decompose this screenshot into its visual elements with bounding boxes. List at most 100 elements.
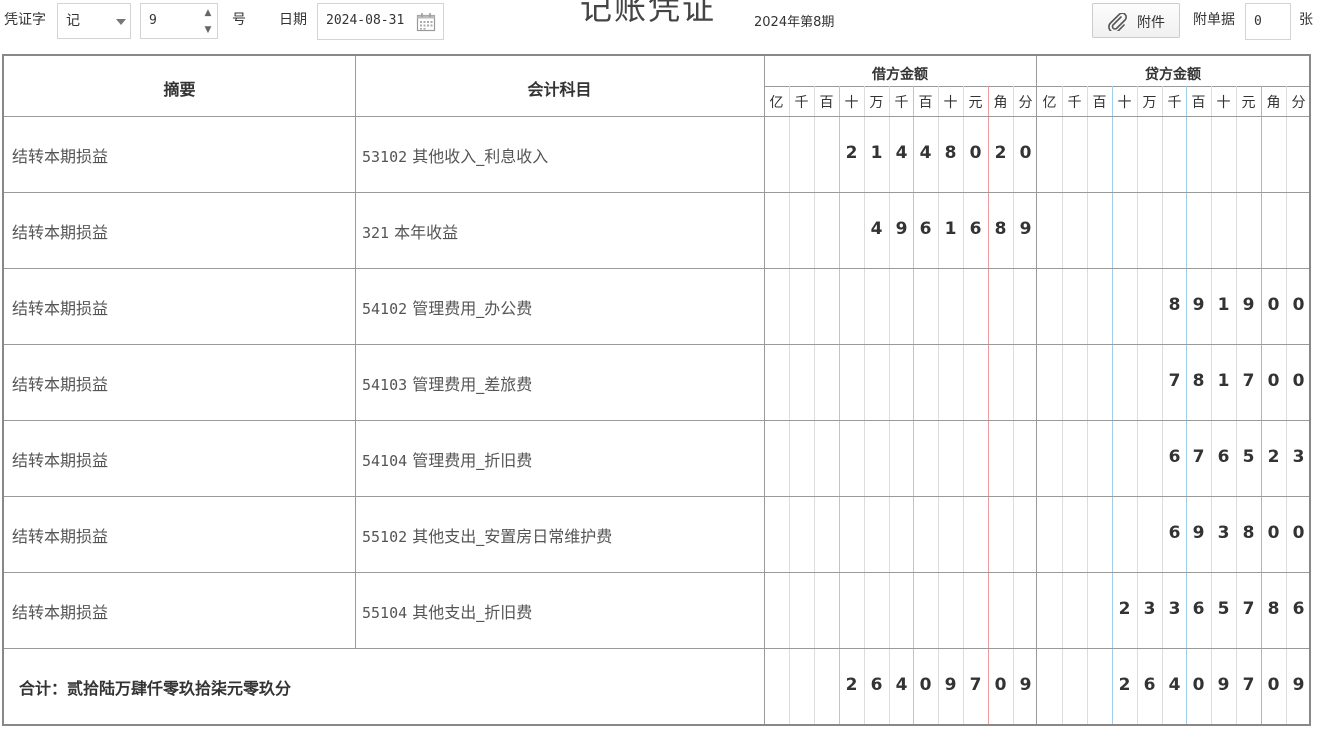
amount-digit: 3 — [1217, 523, 1230, 543]
unit-label: 千 — [894, 95, 909, 111]
attached-docs-label: 附单据 — [1193, 12, 1235, 28]
amount-digit: 3 — [1292, 447, 1305, 467]
entry-summary[interactable]: 结转本期损益 — [12, 371, 108, 395]
unit-label: 千 — [794, 95, 809, 111]
unit-label: 亿 — [769, 95, 784, 111]
amount-digit: 7 — [1192, 447, 1205, 467]
summary-column-header: 摘要 — [163, 80, 196, 99]
amount-digit: 9 — [1192, 523, 1205, 543]
entry-summary[interactable]: 结转本期损益 — [12, 523, 108, 547]
attached-docs-input[interactable]: 0 — [1245, 3, 1291, 40]
unit-label: 百 — [918, 95, 933, 111]
unit-label: 万 — [869, 95, 884, 111]
entry-account[interactable]: 321 本年收益 — [362, 219, 458, 243]
increment-arrow-icon[interactable]: ▲ — [201, 6, 215, 20]
amount-digit: 1 — [1217, 371, 1230, 391]
amount-header-divider — [764, 86, 1309, 87]
digit-divider — [1186, 86, 1187, 724]
digit-divider — [889, 86, 890, 724]
attached-docs-value: 0 — [1254, 14, 1262, 29]
entry-account[interactable]: 54104 管理费用_折旧费 — [362, 447, 532, 471]
amount-digit: 9 — [1217, 675, 1230, 695]
attachment-button[interactable]: 附件 — [1092, 3, 1180, 38]
amount-digit: 8 — [1192, 371, 1205, 391]
unit-label: 元 — [1241, 95, 1256, 111]
entry-account[interactable]: 55102 其他支出_安置房日常维护费 — [362, 523, 612, 547]
column-divider — [764, 56, 765, 724]
amount-digit: 7 — [1242, 675, 1255, 695]
date-value: 2024-08-31 — [326, 13, 405, 28]
entry-summary[interactable]: 结转本期损益 — [12, 447, 108, 471]
unit-label: 角 — [993, 95, 1008, 111]
amount-digit: 6 — [1292, 599, 1305, 619]
page-title: 记账凭证 — [580, 0, 717, 27]
entry-summary[interactable]: 结转本期损益 — [12, 295, 108, 319]
row-divider — [4, 268, 1309, 269]
calendar-icon[interactable] — [416, 12, 436, 32]
voucher-word-value: 记 — [66, 13, 80, 29]
amount-digit: 4 — [895, 675, 908, 695]
entry-account[interactable]: 54102 管理费用_办公费 — [362, 295, 532, 319]
entry-summary[interactable]: 结转本期损益 — [12, 599, 108, 623]
account-code: 54104 — [362, 452, 408, 470]
amount-digit: 2 — [845, 675, 858, 695]
row-divider — [4, 496, 1309, 497]
unit-label: 十 — [943, 95, 958, 111]
amount-digit: 6 — [1192, 599, 1205, 619]
amount-digit: 0 — [1019, 143, 1032, 163]
unit-label: 百 — [1092, 95, 1107, 111]
entry-account[interactable]: 54103 管理费用_差旅费 — [362, 371, 532, 395]
voucher-word-select[interactable]: 记 — [57, 3, 131, 39]
amount-digit: 6 — [919, 219, 932, 239]
account-code: 54103 — [362, 376, 408, 394]
number-suffix: 号 — [232, 12, 246, 28]
digit-divider — [913, 86, 914, 724]
amount-digit: 0 — [1267, 371, 1280, 391]
digit-divider — [1137, 86, 1138, 724]
account-name: 本年收益 — [389, 223, 459, 242]
entry-account[interactable]: 55104 其他支出_折旧费 — [362, 599, 532, 623]
credit-column-header: 贷方金额 — [1145, 67, 1201, 83]
entry-summary[interactable]: 结转本期损益 — [12, 143, 108, 167]
amount-digit: 8 — [1242, 523, 1255, 543]
amount-digit: 1 — [944, 219, 957, 239]
unit-label: 元 — [968, 95, 983, 111]
accounting-period: 2024年第8期 — [754, 15, 835, 30]
account-code: 321 — [362, 224, 390, 242]
unit-label: 十 — [1216, 95, 1231, 111]
amount-digit: 0 — [1267, 675, 1280, 695]
account-name: 其他支出_折旧费 — [407, 603, 533, 622]
unit-label: 百 — [1191, 95, 1206, 111]
amount-digit: 5 — [1217, 599, 1230, 619]
amount-digit: 7 — [1242, 371, 1255, 391]
digit-divider — [839, 86, 840, 724]
digit-divider — [864, 86, 865, 724]
debit-column-header: 借方金额 — [872, 67, 928, 83]
voucher-number-stepper[interactable]: 9 ▲ ▼ — [140, 3, 218, 39]
digit-divider — [1211, 86, 1212, 724]
entry-account[interactable]: 53102 其他收入_利息收入 — [362, 143, 548, 167]
amount-digit: 2 — [1118, 675, 1131, 695]
decrement-arrow-icon[interactable]: ▼ — [201, 23, 215, 37]
entry-summary[interactable]: 结转本期损益 — [12, 219, 108, 243]
amount-digit: 0 — [1292, 295, 1305, 315]
unit-label: 千 — [1167, 95, 1182, 111]
amount-digit: 0 — [969, 143, 982, 163]
unit-label: 万 — [1142, 95, 1157, 111]
digit-divider — [1162, 86, 1163, 724]
amount-digit: 0 — [1292, 523, 1305, 543]
amount-digit: 1 — [870, 143, 883, 163]
unit-label: 百 — [819, 95, 834, 111]
date-input[interactable]: 2024-08-31 — [317, 3, 444, 40]
date-label: 日期 — [279, 12, 307, 28]
account-column-header: 会计科目 — [527, 80, 592, 99]
account-name: 管理费用_折旧费 — [407, 451, 533, 470]
amount-digit: 1 — [1217, 295, 1230, 315]
amount-digit: 7 — [969, 675, 982, 695]
unit-label: 十 — [1117, 95, 1132, 111]
account-name: 管理费用_办公费 — [407, 299, 533, 318]
column-divider — [355, 56, 356, 648]
unit-label: 角 — [1266, 95, 1281, 111]
attached-docs-unit: 张 — [1299, 12, 1313, 28]
amount-digit: 6 — [1143, 675, 1156, 695]
